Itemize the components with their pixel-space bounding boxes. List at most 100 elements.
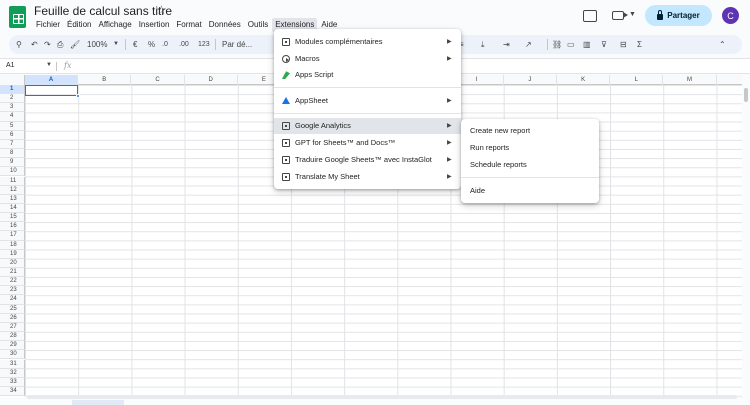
column-header[interactable]: D (185, 75, 238, 85)
menu-outils[interactable]: Outils (245, 18, 271, 32)
row-header[interactable]: 6 (0, 130, 25, 140)
document-title[interactable]: Feuille de calcul sans titre (34, 4, 172, 18)
row-header[interactable]: 14 (0, 203, 25, 214)
row-header[interactable]: 16 (0, 222, 25, 232)
column-header[interactable]: M (663, 75, 717, 85)
paint-format-icon[interactable]: 🖌 (70, 38, 80, 51)
percent-format-button[interactable]: % (148, 38, 155, 51)
menu-item-translate-my-sheet[interactable]: Translate My Sheet ▶ (274, 169, 461, 185)
menu-item-run-reports[interactable]: Run reports (461, 139, 599, 156)
row-header[interactable]: 21 (0, 268, 25, 278)
meet-icon[interactable] (612, 11, 628, 20)
filter-views-icon[interactable]: ⊟ (620, 38, 627, 51)
menu-item-macros[interactable]: Macros ▶ (274, 51, 461, 67)
row-header[interactable]: 29 (0, 341, 25, 351)
menu-item-create-new-report[interactable]: Create new report (461, 122, 599, 139)
row-header[interactable]: 26 (0, 313, 25, 323)
insert-chart-icon[interactable]: ▥ (583, 38, 591, 51)
row-header[interactable]: 20 (0, 258, 25, 268)
row-header[interactable]: 15 (0, 213, 25, 223)
row-header[interactable]: 34 (0, 386, 25, 397)
column-header[interactable]: J (504, 75, 557, 85)
vertical-scrollbar[interactable] (742, 75, 750, 397)
font-family-select[interactable]: Par dé... (222, 38, 252, 51)
row-header[interactable]: 11 (0, 176, 25, 186)
row-header[interactable]: 19 (0, 249, 25, 259)
row-header[interactable]: 3 (0, 103, 25, 113)
menu-item-apps-script[interactable]: Apps Script (274, 67, 461, 83)
name-box[interactable]: A1 (6, 62, 15, 69)
menu-fichier[interactable]: Fichier (33, 18, 63, 32)
chevron-down-icon[interactable]: ▼ (629, 11, 636, 18)
row-header[interactable]: 2 (0, 94, 25, 104)
currency-format-button[interactable]: € (133, 38, 137, 51)
insert-link-icon[interactable]: ⛓ (552, 38, 562, 51)
star-icon[interactable]: ☆ (156, 3, 167, 17)
undo-icon[interactable]: ↶ (31, 38, 38, 51)
row-header[interactable]: 33 (0, 377, 25, 387)
row-header[interactable]: 7 (0, 139, 25, 150)
filter-icon[interactable]: ⊽ (601, 38, 607, 51)
row-header[interactable]: 25 (0, 304, 25, 314)
row-header[interactable]: 24 (0, 295, 25, 305)
row-header[interactable]: 17 (0, 231, 25, 241)
print-icon[interactable]: ⎙ (57, 38, 63, 51)
fill-handle[interactable] (76, 94, 80, 98)
menu-item-appsheet[interactable]: AppSheet ▶ (274, 93, 461, 109)
menu-item-gpt-for-sheets[interactable]: GPT for Sheets™ and Docs™ ▶ (274, 135, 461, 151)
functions-icon[interactable]: Σ (637, 38, 642, 51)
menu-insertion[interactable]: Insertion (136, 18, 173, 32)
row-header[interactable]: 12 (0, 185, 25, 195)
share-button[interactable]: Partager (645, 5, 712, 26)
horizontal-scrollbar[interactable] (27, 395, 737, 399)
row-header[interactable]: 27 (0, 322, 25, 333)
row-header[interactable]: 22 (0, 277, 25, 287)
column-header[interactable]: C (131, 75, 185, 85)
number-format-button[interactable]: 123 (198, 38, 210, 51)
row-header[interactable]: 28 (0, 332, 25, 342)
sheets-logo-icon[interactable] (9, 6, 26, 28)
column-header[interactable]: B (78, 75, 132, 85)
decrease-decimals-button[interactable]: .0 (162, 38, 168, 51)
avatar[interactable]: C (722, 7, 739, 24)
column-header[interactable]: K (557, 75, 611, 85)
row-header[interactable]: 5 (0, 121, 25, 131)
row-header[interactable]: 23 (0, 286, 25, 296)
menu-format[interactable]: Format (173, 18, 204, 32)
select-all-corner[interactable] (0, 75, 25, 85)
redo-icon[interactable]: ↷ (44, 38, 51, 51)
row-header[interactable]: 30 (0, 350, 25, 360)
selected-cell[interactable] (25, 85, 78, 96)
row-header[interactable]: 18 (0, 240, 25, 250)
menu-donnees[interactable]: Données (206, 18, 244, 32)
comment-history-icon[interactable] (583, 10, 597, 22)
zoom-select[interactable]: 100% (87, 38, 107, 51)
text-wrap-icon[interactable]: ⇥ (503, 38, 510, 51)
insert-comment-icon[interactable]: ▭ (567, 38, 575, 51)
column-header[interactable]: L (610, 75, 664, 85)
menu-affichage[interactable]: Affichage (95, 18, 134, 32)
menu-item-addons[interactable]: Modules complémentaires ▶ (274, 34, 461, 50)
menu-item-schedule-reports[interactable]: Schedule reports (461, 156, 599, 173)
collapse-toolbar-icon[interactable]: ⌃ (719, 38, 726, 51)
zoom-chevron-down-icon[interactable]: ▼ (113, 38, 119, 51)
row-header[interactable]: 4 (0, 112, 25, 122)
menu-item-google-analytics[interactable]: Google Analytics ▶ (274, 118, 461, 134)
row-header[interactable]: 13 (0, 194, 25, 204)
column-header[interactable]: A (25, 75, 79, 85)
search-menus-icon[interactable]: ⚲ (16, 38, 22, 51)
increase-decimals-button[interactable]: .00 (179, 38, 189, 51)
text-rotation-icon[interactable]: ↗ (525, 38, 532, 51)
row-header[interactable]: 10 (0, 167, 25, 177)
menu-item-aide[interactable]: Aide (461, 182, 599, 199)
sheet-tab-strip[interactable] (72, 400, 124, 405)
menu-item-instaglot[interactable]: Traduire Google Sheets™ avec InstaGlot ▶ (274, 152, 461, 168)
row-header[interactable]: 32 (0, 368, 25, 378)
row-header[interactable]: 8 (0, 149, 25, 159)
menu-edition[interactable]: Édition (64, 18, 94, 32)
row-header[interactable]: 1 (0, 85, 25, 95)
name-box-chevron-down-icon[interactable]: ▼ (46, 62, 52, 68)
row-header[interactable]: 31 (0, 359, 25, 369)
vertical-align-icon[interactable]: ⤓ (481, 38, 485, 51)
row-header[interactable]: 9 (0, 158, 25, 168)
